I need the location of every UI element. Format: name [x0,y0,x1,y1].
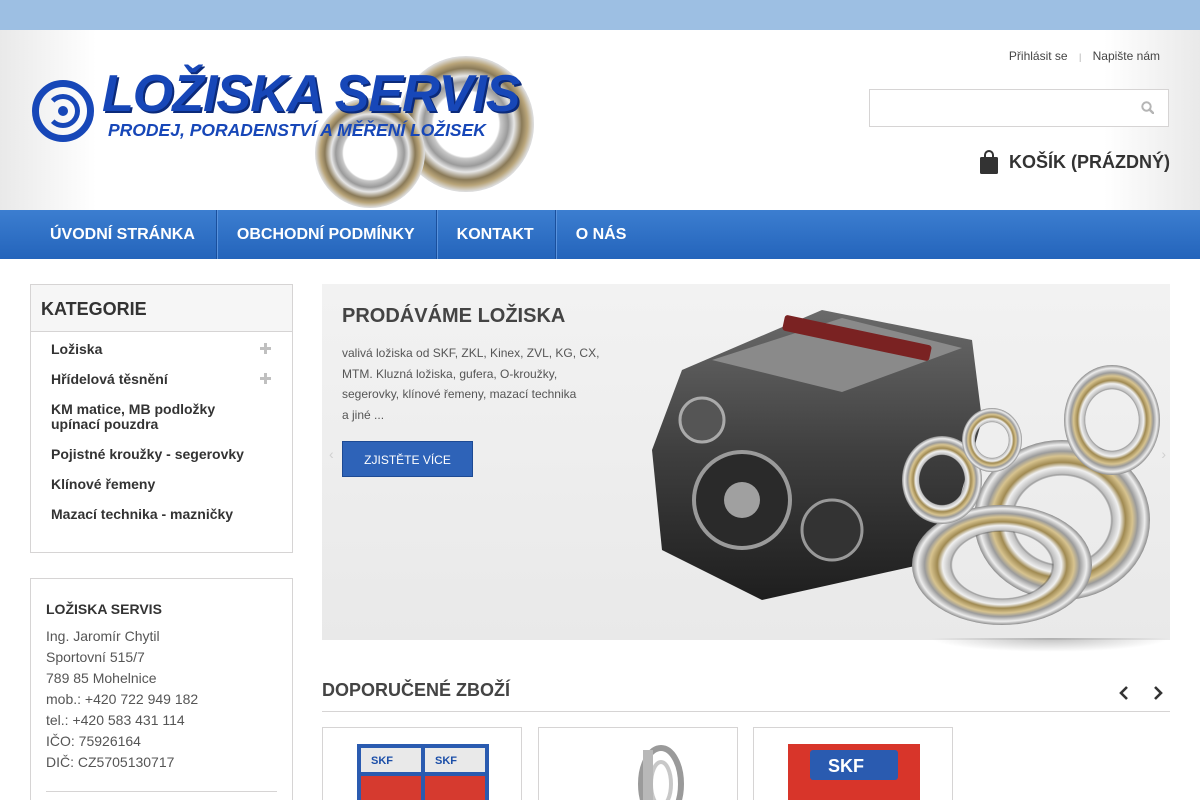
learn-more-button[interactable]: ZJISTĚTE VÍCE [342,441,473,477]
slide-title: PRODÁVÁME LOŽISKA [342,305,566,327]
contact-info-box: LOŽISKA SERVIS Ing. Jaromír Chytil Sport… [30,578,293,800]
main-nav: ÚVODNÍ STRÁNKA OBCHODNÍ PODMÍNKY KONTAKT… [0,210,1200,259]
login-link[interactable]: Přihlásit se [1009,49,1068,63]
logo-mark [58,106,68,116]
expand-plus-icon[interactable] [260,343,271,354]
category-label[interactable]: KM matice, MB podložky upínací pouzdra [51,401,215,432]
nav-item-contact[interactable]: KONTAKT [437,210,556,259]
contact-name: Ing. Jaromír Chytil [46,628,160,644]
contact-street: Sportovní 515/7 [46,649,145,665]
category-item[interactable]: Pojistné kroužky - segerovky [51,447,272,462]
cart-label: KOŠÍK (PRÁZDNÝ) [1009,151,1170,172]
contact-title: LOŽISKA SERVIS [46,601,162,617]
contact-city: 789 85 Mohelnice [46,670,157,686]
hero-slider: PRODÁVÁME LOŽISKA valivá ložiska od SKF,… [322,284,1170,640]
chevron-right-icon[interactable]: › [1161,446,1166,462]
site-logo[interactable]: LOŽISKA SERVIS PRODEJ, PORADENSTVÍ A MĚŘ… [30,54,540,208]
category-item[interactable]: Ložiska [51,342,272,357]
category-item[interactable]: Hřídelová těsnění [51,372,272,387]
separator: | [1078,52,1082,62]
logo-subtitle: PRODEJ, PORADENSTVÍ A MĚŘENÍ LOŽISEK [108,120,486,140]
brand-label: SKF [371,755,393,767]
divider [322,711,1170,712]
slide-text-line: valivá ložiska od SKF, ZKL, Kinex, ZVL, … [342,346,600,360]
contact-ico: IČO: 75926164 [46,733,141,749]
chevron-right-icon[interactable] [1150,683,1166,703]
site-header: LOŽISKA SERVIS PRODEJ, PORADENSTVÍ A MĚŘ… [0,30,1200,210]
expand-plus-icon[interactable] [260,373,271,384]
category-label[interactable]: Mazací technika - mazničky [51,506,233,522]
nav-item-home[interactable]: ÚVODNÍ STRÁNKA [30,210,217,259]
category-list: Ložiska Hřídelová těsnění KM matice, MB … [31,332,292,522]
contact-mobile: mob.: +420 722 949 182 [46,691,199,707]
slide-text-line: a jiné ... [342,407,385,422]
contact-dic: DIČ: CZ5705130717 [46,754,175,770]
category-label[interactable]: Klínové řemeny [51,476,155,492]
category-item[interactable]: Klínové řemeny [51,477,272,492]
slider-shadow [930,638,1170,652]
search-icon[interactable] [1141,101,1154,114]
category-sidebar: KATEGORIE Ložiska Hřídelová těsnění KM m… [30,284,293,553]
category-label[interactable]: Pojistné kroužky - segerovky [51,446,244,462]
sidebar-title: KATEGORIE [31,285,292,332]
product-image[interactable]: SKF [788,744,920,800]
product-card[interactable] [538,727,738,800]
featured-title: DOPORUČENÉ ZBOŽÍ [322,680,511,700]
chevron-left-icon[interactable] [1116,683,1132,703]
product-image[interactable] [573,744,705,800]
brand-label: SKF [828,756,864,776]
shopping-bag-icon [980,150,998,174]
logo-title: LOŽISKA SERVIS [102,65,520,123]
slide-text-line: MTM. Kluzná ložiska, gufera, O-kroužky, [342,366,558,381]
category-item[interactable]: Mazací technika - mazničky [51,507,272,522]
nav-item-about[interactable]: O NÁS [556,210,648,259]
top-strip [0,0,1200,30]
slide-text-line: segerovky, klínové řemeny, mazací techni… [342,387,577,401]
divider [46,791,277,792]
nav-item-terms[interactable]: OBCHODNÍ PODMÍNKY [217,210,437,259]
brand-label: SKF [435,755,457,767]
chevron-left-icon[interactable]: ‹ [329,446,334,462]
product-card[interactable]: SKF SKF [322,727,522,800]
category-item[interactable]: KM matice, MB podložky upínací pouzdra [51,402,251,432]
product-card[interactable]: SKF [753,727,953,800]
contact-phone: tel.: +420 583 431 114 [46,712,185,728]
user-links: Přihlásit se | Napište nám [1009,49,1160,63]
slide-text: valivá ložiska od SKF, ZKL, Kinex, ZVL, … [342,343,622,425]
search-input[interactable] [869,89,1169,127]
cart-button[interactable]: KOŠÍK (PRÁZDNÝ) [980,150,1170,174]
product-image[interactable]: SKF SKF [357,744,489,800]
contact-us-link[interactable]: Napište nám [1093,49,1160,63]
engine-bearings-image [652,310,1160,625]
category-label[interactable]: Hřídelová těsnění [51,371,168,387]
category-label[interactable]: Ložiska [51,341,102,357]
